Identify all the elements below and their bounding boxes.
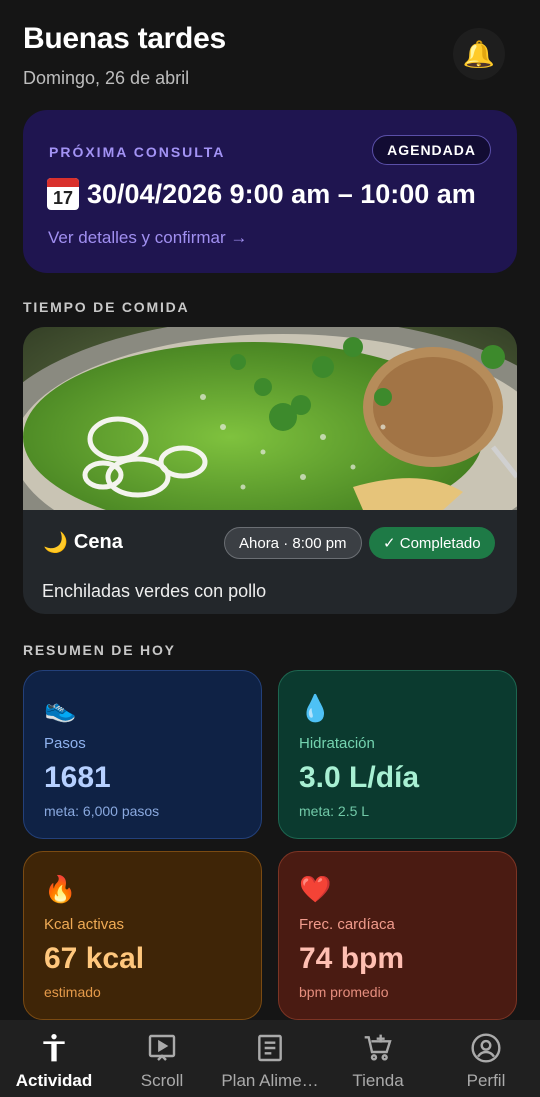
heart-icon: ❤️	[299, 874, 332, 904]
meal-time-pill: Ahora · 8:00 pm	[224, 527, 362, 559]
appointment-details-link[interactable]: Ver detalles y confirmar →	[48, 228, 247, 248]
meal-description: Enchiladas verdes con pollo	[42, 581, 267, 601]
heart-rate-card[interactable]: ❤️ Frec. cardíaca 74 bpm bpm promedio	[278, 851, 517, 1020]
droplet-icon: 💧	[299, 693, 332, 723]
meal-completed-button[interactable]: ✓ Completado	[369, 527, 495, 559]
cart-icon	[364, 1034, 392, 1061]
meal-info-row: 🌙 Cena Ahora · 8:00 pm ✓ Completado	[23, 527, 517, 561]
meal-photo	[23, 327, 517, 510]
nav-item-plan-alimenticio[interactable]: Plan Alime…	[216, 1020, 324, 1097]
header: Buenas tardes Domingo, 26 de abril 🔔	[23, 22, 517, 92]
next-appointment-card[interactable]: PRÓXIMA CONSULTA AGENDADA 17 30/04/2026 …	[23, 110, 517, 273]
bell-icon: 🔔	[462, 38, 496, 69]
kcal-value: 67 kcal	[44, 942, 145, 975]
profile-icon	[471, 1033, 501, 1063]
meal-name: 🌙 Cena	[43, 530, 123, 555]
steps-value: 1681	[44, 761, 111, 794]
sneaker-icon: 👟	[44, 693, 77, 723]
hydration-label: Hidratación	[299, 735, 375, 752]
calendar-icon: 17	[47, 178, 79, 210]
nav-label: Scroll	[140, 1071, 184, 1090]
kcal-note: estimado	[44, 984, 101, 1000]
play-video-icon	[148, 1034, 176, 1061]
appointment-datetime-row: 17 30/04/2026 9:00 am – 10:00 am	[47, 178, 476, 210]
steps-goal: meta: 6,000 pasos	[44, 803, 160, 819]
notifications-button[interactable]: 🔔	[453, 28, 505, 80]
greeting: Buenas tardes	[23, 22, 226, 55]
summary-section-title: RESUMEN DE HOY	[23, 642, 176, 658]
kcal-label: Kcal activas	[44, 916, 125, 933]
meal-card[interactable]: 🌙 Cena Ahora · 8:00 pm ✓ Completado Ench…	[23, 327, 517, 614]
active-kcal-card[interactable]: 🔥 Kcal activas 67 kcal estimado	[23, 851, 262, 1020]
person-activity-icon	[43, 1034, 65, 1062]
nav-label: Plan Alime…	[221, 1071, 319, 1090]
appointment-label: PRÓXIMA CONSULTA	[49, 144, 226, 160]
nav-item-scroll[interactable]: Scroll	[108, 1020, 216, 1097]
bottom-navigation: Actividad Scroll Plan Alime… Tienda Perf…	[0, 1020, 540, 1097]
meal-section-title: TIEMPO DE COMIDA	[23, 299, 190, 315]
hydration-card[interactable]: 💧 Hidratación 3.0 L/día meta: 2.5 L	[278, 670, 517, 839]
appointment-datetime: 30/04/2026 9:00 am – 10:00 am	[87, 178, 476, 209]
nav-item-perfil[interactable]: Perfil	[432, 1020, 540, 1097]
heart-rate-value: 74 bpm	[299, 942, 405, 975]
status-badge: AGENDADA	[372, 135, 491, 165]
nav-item-tienda[interactable]: Tienda	[324, 1020, 432, 1097]
nav-label: Actividad	[15, 1071, 93, 1090]
nav-label: Tienda	[352, 1071, 404, 1090]
document-icon	[258, 1034, 282, 1062]
nav-item-actividad[interactable]: Actividad	[0, 1020, 108, 1097]
moon-icon: 🌙	[43, 532, 68, 554]
steps-label: Pasos	[44, 735, 86, 752]
meal-name-label: Cena	[73, 531, 123, 553]
nav-label: Perfil	[466, 1071, 506, 1090]
heart-rate-label: Frec. cardíaca	[299, 916, 395, 933]
fire-icon: 🔥	[44, 874, 77, 904]
current-date: Domingo, 26 de abril	[23, 68, 190, 88]
hydration-value: 3.0 L/día	[299, 761, 420, 794]
steps-card[interactable]: 👟 Pasos 1681 meta: 6,000 pasos	[23, 670, 262, 839]
heart-rate-note: bpm promedio	[299, 984, 389, 1000]
hydration-goal: meta: 2.5 L	[299, 803, 370, 819]
